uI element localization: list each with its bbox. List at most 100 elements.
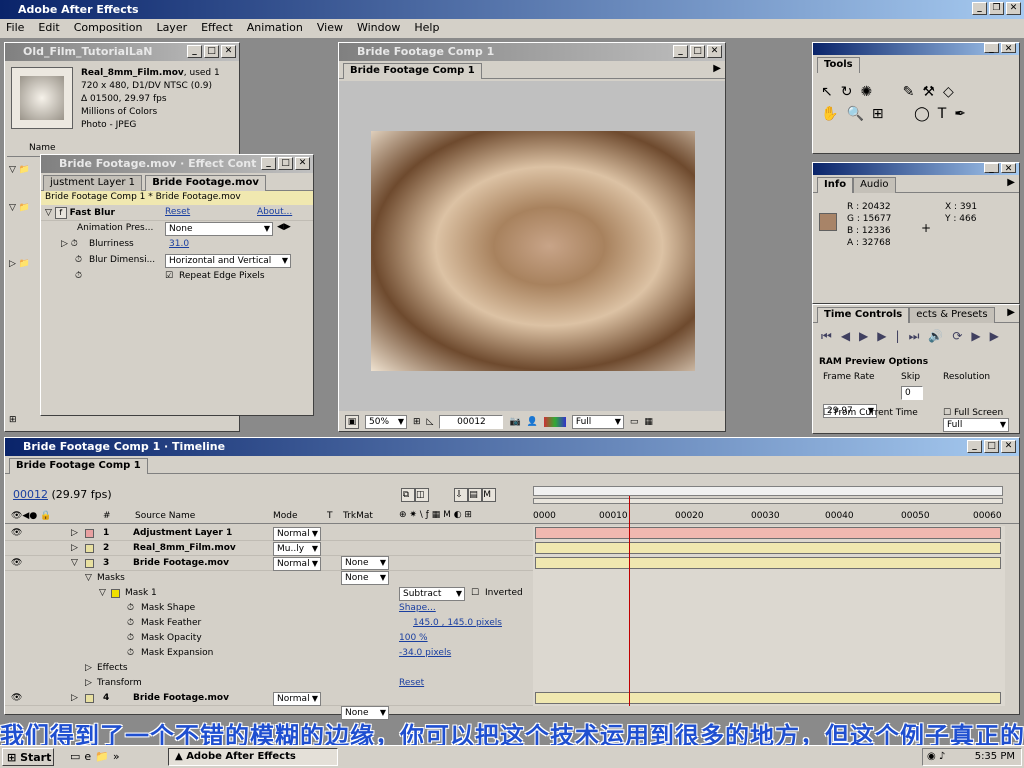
inverted-checkbox[interactable]: ☐ (471, 588, 479, 598)
frame-blend-icon[interactable]: ▤ (468, 488, 483, 502)
project-close-button[interactable]: ✕ (221, 45, 236, 58)
layer-mode-dropdown-2[interactable]: Mu..ly (273, 542, 321, 556)
layer-name-2[interactable]: Real_8mm_Film.mov (133, 543, 236, 553)
menu-layer[interactable]: Layer (156, 21, 187, 36)
loop-icon[interactable]: ⟳ (952, 329, 971, 343)
motion-blur-icon[interactable]: M (482, 488, 497, 502)
menu-effect[interactable]: Effect (201, 21, 233, 36)
eraser-tool-icon[interactable]: ◇ (943, 84, 962, 100)
effect-close-button[interactable]: ✕ (295, 157, 310, 170)
transform-reset-link[interactable]: Reset (399, 678, 424, 688)
next-frame-icon[interactable]: ▶| (877, 329, 908, 343)
layer-row-4[interactable]: 👁 ▷ 4 Bride Footage.mov Normal None (5, 691, 535, 720)
eye-icon-4[interactable]: 👁 (11, 693, 22, 703)
orbit-tool-icon[interactable]: ✺ (860, 84, 880, 100)
hand-tool-icon[interactable]: ✋ (821, 106, 846, 122)
more-icon[interactable]: » (113, 750, 124, 763)
ellipse-tool-icon[interactable]: ◯ (914, 106, 938, 122)
play-icon[interactable]: ▶ (859, 329, 877, 343)
comp-max-button[interactable]: □ (690, 45, 705, 58)
draft-3d-icon[interactable]: ⇩ (454, 488, 469, 502)
expand-triangle-icon[interactable]: ▷ (71, 528, 78, 538)
text-tool-icon[interactable]: T (938, 106, 955, 122)
stopwatch-icon-3[interactable]: ⏱ (75, 271, 82, 281)
from-current-checkbox[interactable]: ☐ (823, 408, 831, 418)
menu-help[interactable]: Help (414, 21, 439, 36)
label-color-swatch-3[interactable] (85, 559, 94, 568)
desktop-icon[interactable]: ▭ (70, 750, 84, 763)
effects-group-row[interactable]: ▷ Effects (5, 661, 535, 676)
blurriness-value[interactable]: 31.0 (169, 239, 189, 249)
menu-edit[interactable]: Edit (38, 21, 59, 36)
folder-icon[interactable]: 📁 (95, 750, 113, 763)
rotation-tool-icon[interactable]: ↻ (841, 84, 861, 100)
effects-presets-tab[interactable]: ects & Presets (909, 307, 995, 323)
current-time-indicator[interactable] (629, 496, 630, 706)
menu-file[interactable]: File (6, 21, 24, 36)
ie-icon[interactable]: e (84, 750, 95, 763)
project-max-button[interactable]: □ (204, 45, 219, 58)
tools-min-button[interactable]: _ (984, 43, 999, 54)
close-button[interactable]: ✕ (1006, 2, 1021, 15)
tab-bride-footage[interactable]: Bride Footage.mov (145, 175, 266, 191)
effect-about-link[interactable]: About... (257, 207, 292, 217)
comp-tab[interactable]: Bride Footage Comp 1 (343, 63, 482, 79)
header-trkmat[interactable]: TrkMat (343, 511, 373, 521)
label-color-swatch-4[interactable] (85, 694, 94, 703)
label-color-swatch-2[interactable] (85, 544, 94, 553)
pan-behind-tool-icon[interactable]: ⊞ (872, 106, 892, 122)
layer-row-1[interactable]: 👁 ▷ 1 Adjustment Layer 1 Normal (5, 526, 535, 541)
comp-grid-icon[interactable]: ⊞ (413, 417, 421, 427)
tools-tab[interactable]: Tools (817, 57, 860, 73)
menu-window[interactable]: Window (357, 21, 400, 36)
effect-min-button[interactable]: _ (261, 157, 276, 170)
masks-triangle-icon[interactable]: ▽ (85, 573, 92, 583)
expand-triangle-icon-2[interactable]: ▷ (71, 543, 78, 553)
time-menu-arrow-icon[interactable]: ▶ (1007, 307, 1015, 318)
time-controls-tab[interactable]: Time Controls (817, 307, 910, 323)
mask-expansion-stopwatch-icon[interactable]: ⏱ (127, 648, 134, 658)
zoom-tool-icon[interactable]: 🔍 (846, 106, 871, 122)
expand-triangle-icon-4[interactable]: ▷ (71, 693, 78, 703)
timeline-max-button[interactable]: □ (984, 440, 999, 453)
info-close-button[interactable]: ✕ (1001, 163, 1016, 174)
ram-preview-icon[interactable]: ▶▶ (971, 329, 1007, 343)
comp-flowchart-icon[interactable]: ⧉ (401, 488, 415, 502)
layer-mode-dropdown-3[interactable]: Normal (273, 557, 321, 571)
layer-bar-4[interactable] (535, 692, 1001, 704)
pen-tool-icon[interactable]: ✒ (954, 106, 974, 122)
blur-dimensions-dropdown[interactable]: Horizontal and Vertical (165, 254, 291, 268)
mask-opacity-row[interactable]: ⏱ Mask Opacity 100 % (5, 631, 535, 646)
prev-frame-icon[interactable]: ◀ (841, 329, 859, 343)
comp-snapshot-icon[interactable]: 📷 (509, 417, 520, 427)
comp-min-button[interactable]: _ (673, 45, 688, 58)
timeline-min-button[interactable]: _ (967, 440, 982, 453)
layer-row-3[interactable]: 👁 ▽ 3 Bride Footage.mov Normal None (5, 556, 535, 585)
stopwatch-icon[interactable]: ▷ ⏱ (61, 239, 78, 249)
mask-shape-stopwatch-icon[interactable]: ⏱ (127, 603, 134, 613)
tab-adjustment-layer[interactable]: justment Layer 1 (43, 175, 142, 191)
maximize-button[interactable]: ❐ (989, 2, 1004, 15)
layer-name-3[interactable]: Bride Footage.mov (133, 558, 229, 568)
transform-triangle-icon[interactable]: ▷ (85, 678, 92, 688)
preset-arrows-icon[interactable]: ◀▶ (277, 222, 291, 232)
mask-mode-dropdown[interactable]: Subtract (399, 587, 465, 601)
layer-name-4[interactable]: Bride Footage.mov (133, 693, 229, 703)
comp-channels-icon[interactable] (543, 417, 566, 427)
info-tab[interactable]: Info (817, 177, 854, 193)
layer-name[interactable]: Adjustment Layer 1 (133, 528, 232, 538)
mask-expansion-value[interactable]: -34.0 pixels (399, 648, 451, 658)
collapse-triangle-icon-3[interactable]: ▽ (71, 558, 78, 568)
layer-row-2[interactable]: ▷ 2 Real_8mm_Film.mov Mu..ly None (5, 541, 535, 570)
layer-bar-2[interactable] (535, 542, 1001, 554)
mask1-triangle-icon[interactable]: ▽ (99, 588, 106, 598)
timeline-graph[interactable] (533, 496, 1005, 706)
comp-menu-arrow-icon[interactable]: ▶ (713, 63, 721, 74)
full-screen-checkbox[interactable]: ☐ (943, 408, 951, 418)
tray-icons[interactable]: ◉ ♪ (927, 751, 945, 762)
eye-icon[interactable]: 👁 (11, 528, 22, 538)
layer-mode-dropdown-4[interactable]: Normal (273, 692, 321, 706)
last-frame-icon[interactable]: ⏭ (909, 329, 929, 343)
audio-toggle-icon[interactable]: 🔊 (928, 329, 952, 343)
effect-reset-link[interactable]: Reset (165, 207, 190, 217)
